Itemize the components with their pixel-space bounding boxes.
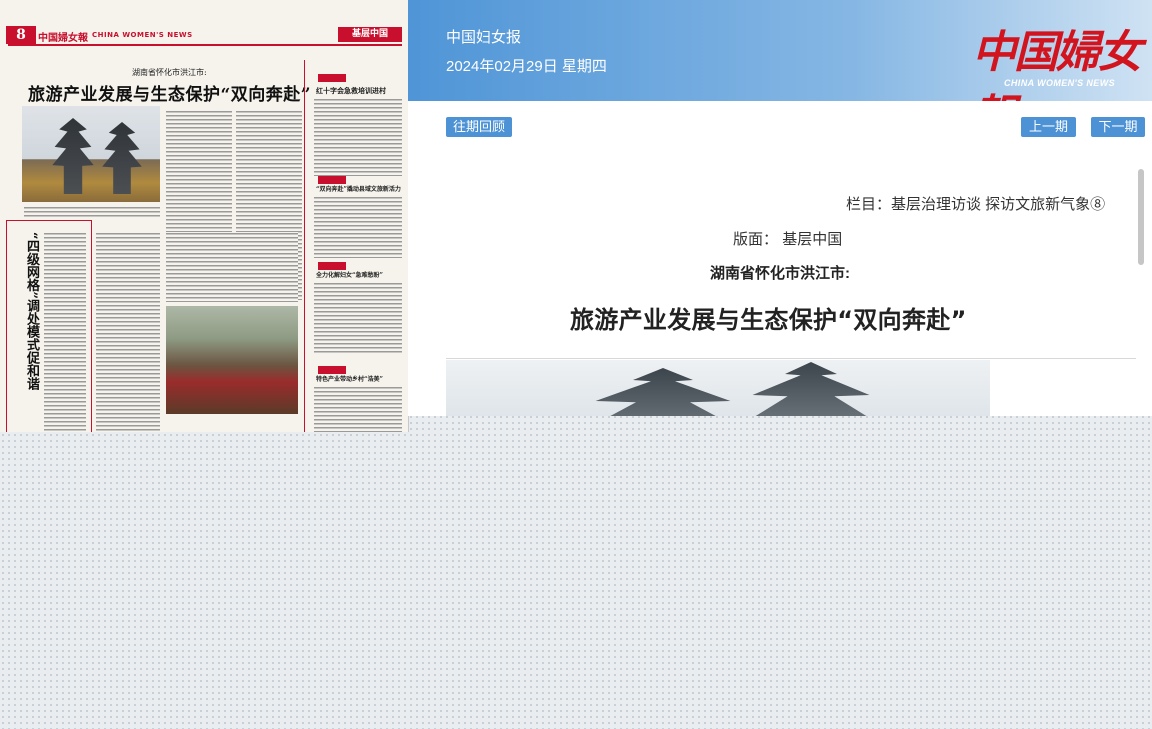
drum-tower-shape	[746, 362, 876, 416]
text-column	[96, 232, 160, 432]
issue-date: 2024年02月29日 星期四	[446, 58, 607, 75]
side-story-headline[interactable]: “四级网格”调处模式促和谐	[14, 232, 40, 390]
site-logo-en: CHINA WOMEN'S NEWS	[1004, 78, 1116, 88]
text-column	[314, 98, 402, 176]
text-column	[314, 196, 402, 258]
red-tag	[318, 366, 346, 374]
text-column	[166, 232, 298, 302]
festival-photo	[166, 306, 298, 414]
column-value: 基层治理访谈 探访文旅新气象⑧	[891, 196, 1106, 213]
page-kicker: 湖南省怀化市洪江市:	[132, 68, 207, 77]
drum-tower-shape	[588, 368, 738, 416]
red-tag	[318, 262, 346, 270]
page-label: 版面：	[733, 231, 779, 248]
paper-name: 中国妇女报	[446, 29, 522, 46]
text-column	[314, 282, 402, 354]
page-meta: 版面： 基层中国	[733, 228, 842, 249]
scrollbar-thumb[interactable]	[1138, 169, 1144, 265]
page-masthead-en: CHINA WOMEN'S NEWS	[92, 31, 193, 39]
column-meta: 栏目：基层治理访谈 探访文旅新气象⑧	[846, 193, 1105, 214]
sidebar-subhead[interactable]: “双向奔赴”撬动县域文旅新活力	[316, 184, 401, 193]
page-value: 基层中国	[782, 231, 843, 248]
text-column	[314, 386, 402, 432]
title-divider	[446, 358, 1136, 359]
newspaper-page-thumbnail[interactable]: 8 中国婦女報 CHINA WOMEN'S NEWS 基层中国 湖南省怀化市洪江…	[0, 0, 409, 432]
sidebar-headline[interactable]: 红十字会急救培训进村	[316, 86, 386, 96]
sidebar-subhead[interactable]: 全力化解妇女“急难愁盼”	[316, 270, 383, 279]
page-number: 8	[6, 26, 36, 44]
article-title: 旅游产业发展与生态保护“双向奔赴”	[570, 306, 967, 334]
page-section-tag: 基层中国	[338, 27, 402, 42]
page-headline[interactable]: 旅游产业发展与生态保护“双向奔赴”	[28, 80, 311, 105]
archive-button[interactable]: 往期回顾	[446, 117, 512, 137]
previous-issue-button[interactable]: 上一期	[1021, 117, 1076, 137]
column-label: 栏目：	[846, 196, 892, 213]
next-issue-button[interactable]: 下一期	[1091, 117, 1145, 137]
red-tag	[318, 74, 346, 82]
article-scrollbar[interactable]	[1136, 165, 1146, 416]
article-photo[interactable]	[446, 360, 990, 416]
page-masthead: 中国婦女報	[38, 33, 88, 44]
red-tag	[318, 176, 346, 184]
text-column	[24, 206, 160, 218]
drum-tower-photo	[22, 106, 160, 202]
column-divider	[304, 60, 305, 432]
sidebar-subhead[interactable]: 特色产业带动乡村“浩美”	[316, 374, 383, 383]
article-subtitle: 湖南省怀化市洪江市:	[710, 265, 850, 282]
